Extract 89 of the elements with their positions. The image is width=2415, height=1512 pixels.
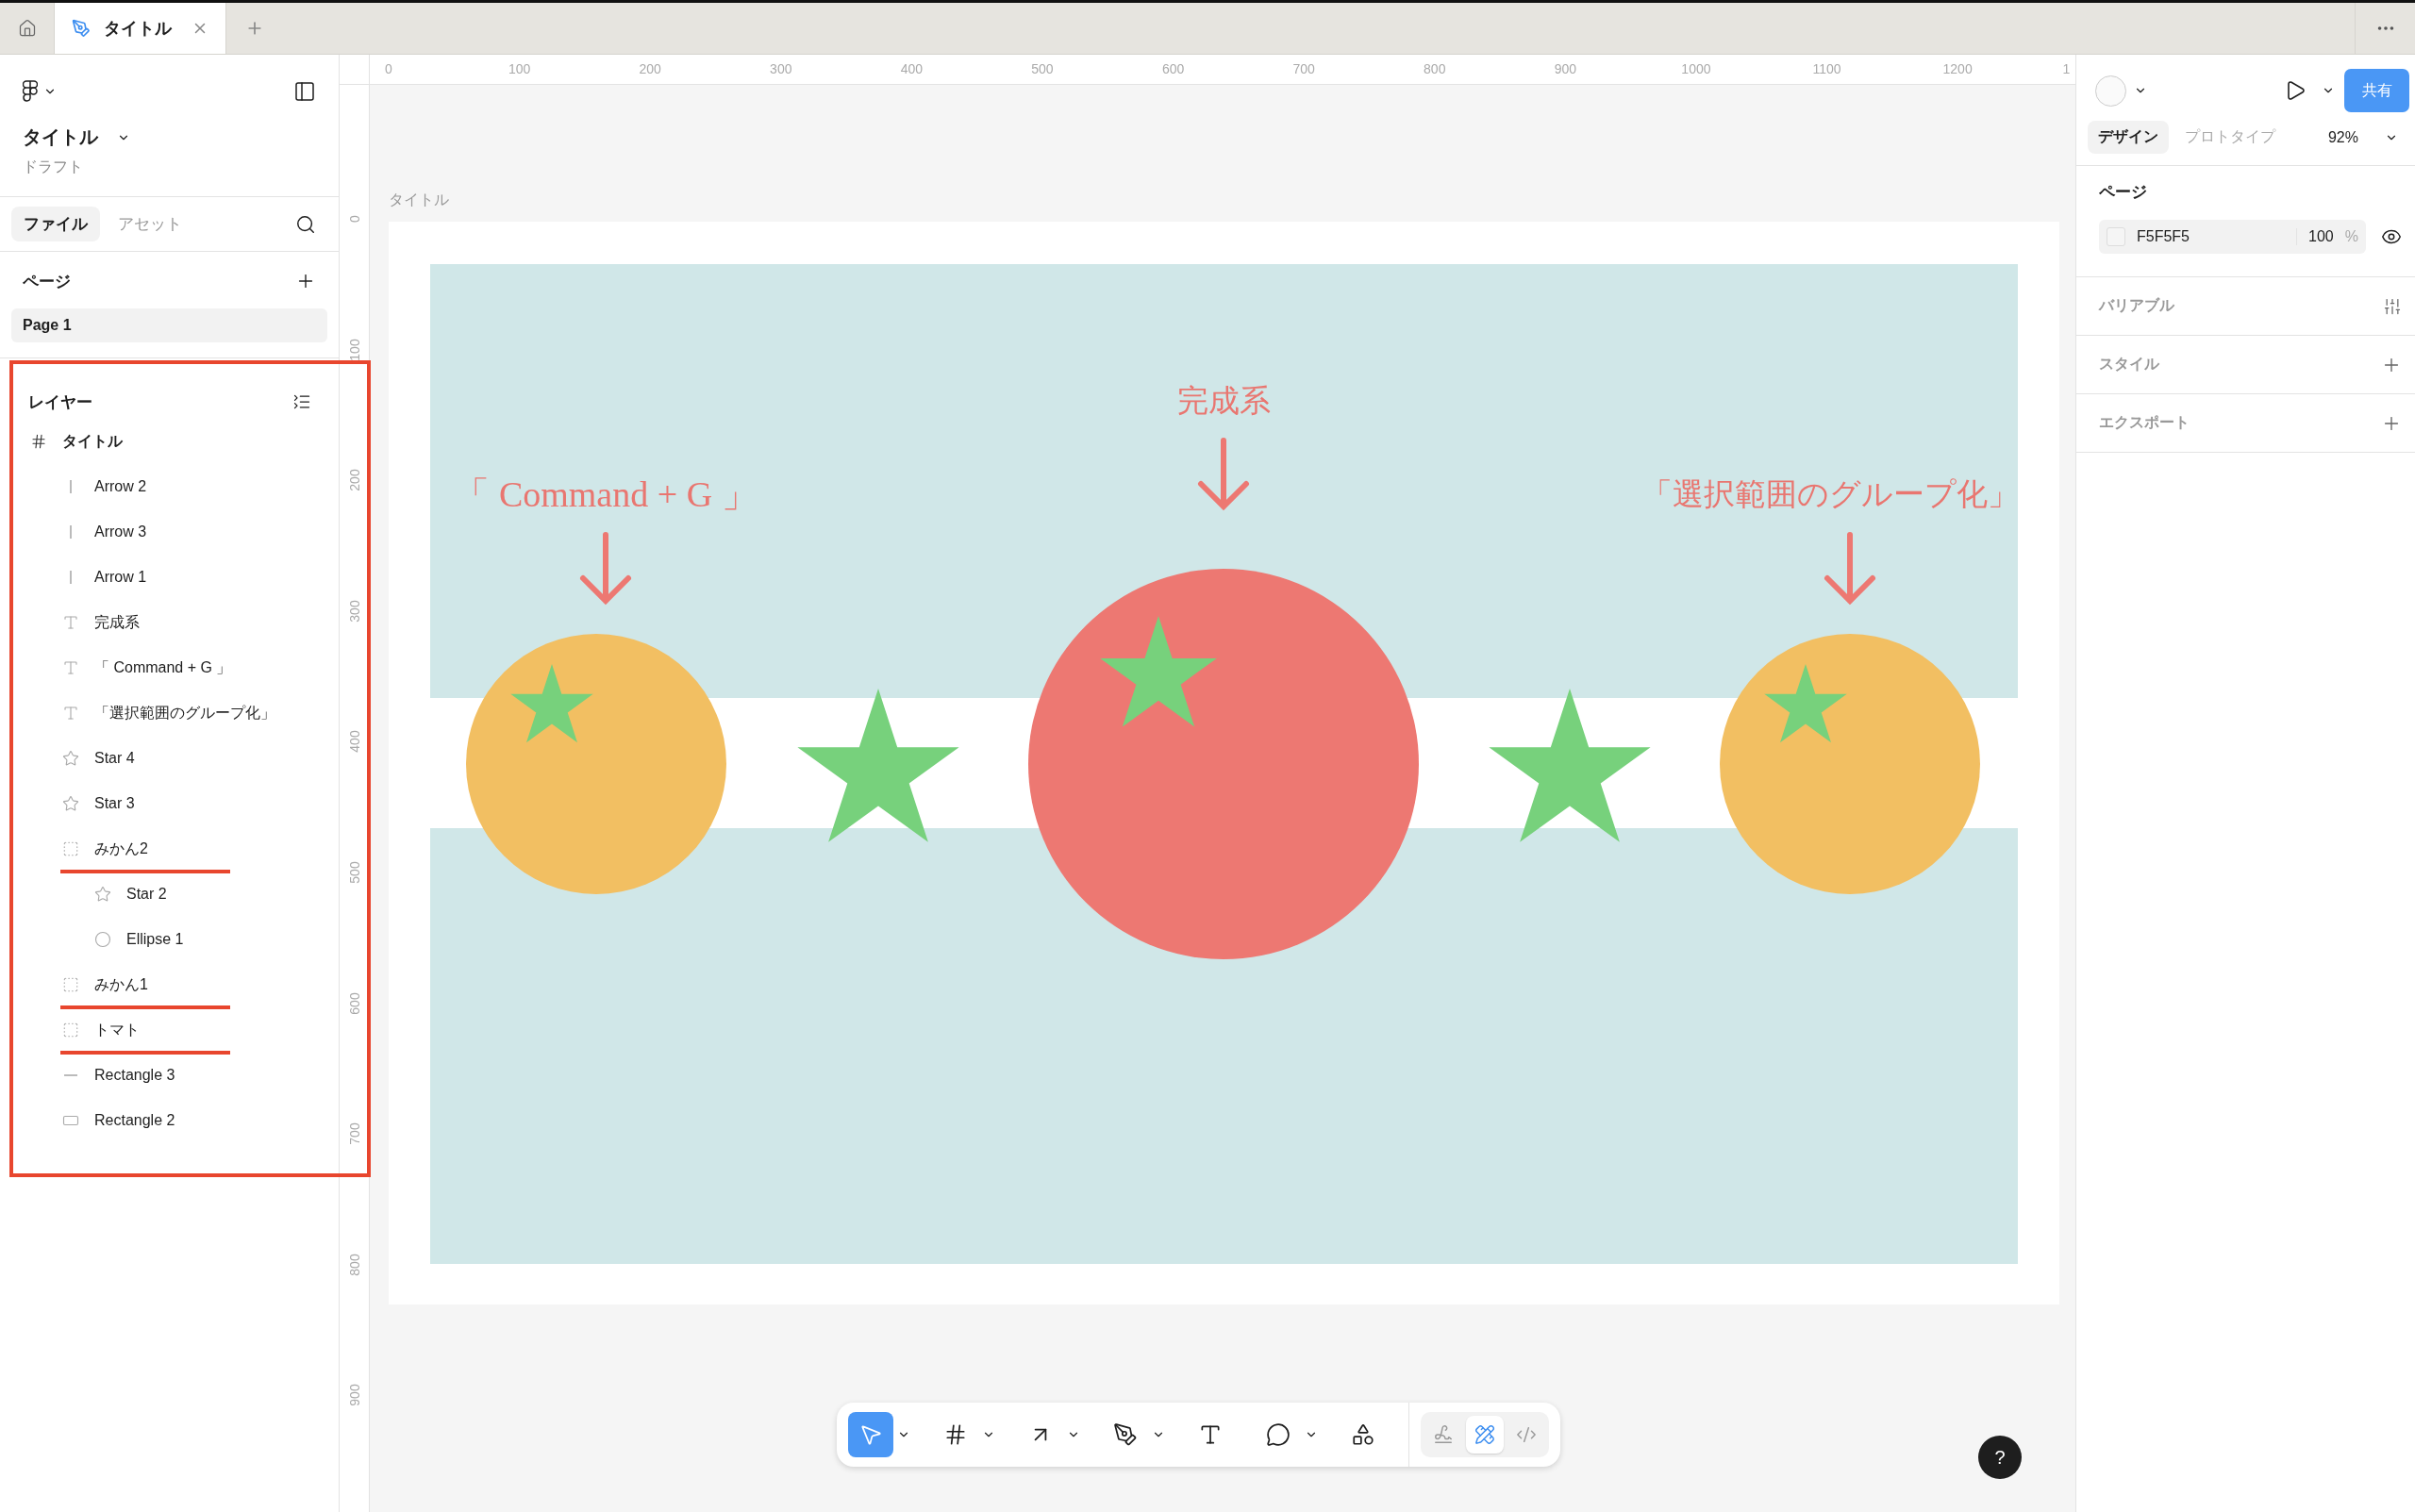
star-icon: [62, 750, 79, 767]
group-icon: [62, 1022, 79, 1038]
ruler-label: 200: [639, 61, 661, 76]
frame-icon: [30, 433, 47, 450]
layer-item[interactable]: トマト: [13, 1007, 340, 1053]
ruler-label: 900: [1554, 61, 1576, 76]
pointer-icon: [858, 1422, 883, 1447]
ruler-label: 400: [900, 61, 924, 76]
layer-item[interactable]: みかん2: [13, 826, 340, 872]
layer-item[interactable]: Rectangle 2: [13, 1098, 340, 1143]
pencil-ruler-icon: [1474, 1424, 1495, 1445]
layer-item[interactable]: Arrow 1: [13, 555, 340, 600]
layer-item[interactable]: 「 Command + G 」: [13, 645, 340, 690]
file-tab[interactable]: タイトル: [55, 3, 226, 54]
file-title: タイトル: [23, 125, 98, 149]
annotation-text: 「選択範囲のグループ化」: [1641, 474, 2019, 514]
ruler-label: 200: [346, 469, 362, 491]
panel-tab[interactable]: デザイン: [2088, 121, 2169, 154]
section-title: ページ: [2099, 183, 2147, 201]
ruler-label: 0: [346, 215, 362, 223]
section-title: バリアブル: [2099, 296, 2174, 315]
scribble-icon: [1433, 1424, 1454, 1445]
speech-bubble-icon: [1266, 1422, 1291, 1447]
annotation-text: 完成系: [1176, 380, 1271, 421]
sliders-icon[interactable]: [2383, 296, 2402, 316]
layer-item[interactable]: Rectangle 3: [13, 1053, 340, 1098]
ruler-label: 1000: [1681, 61, 1711, 76]
annotation-text: 「 Command + G 」: [454, 473, 758, 516]
code-icon: [1516, 1424, 1537, 1445]
layer-item[interactable]: Star 3: [13, 781, 340, 826]
ruler-label: 300: [770, 61, 792, 76]
layer-item[interactable]: みかん1: [13, 962, 340, 1007]
star-icon: [62, 795, 79, 812]
text-icon: [1198, 1422, 1223, 1447]
section-title: スタイル: [2099, 355, 2159, 374]
section-title: ページ: [23, 271, 71, 292]
ruler-label: 700: [346, 1122, 362, 1145]
layer-item[interactable]: 「選択範囲のグループ化」: [13, 690, 340, 736]
text-icon: [62, 614, 79, 631]
pen-icon: [1113, 1422, 1138, 1447]
layer-item[interactable]: 完成系: [13, 600, 340, 645]
collapse-list-icon[interactable]: [292, 392, 311, 411]
file-status: ドラフト: [23, 158, 84, 176]
ruler-label: 600: [1161, 61, 1185, 76]
color-swatch[interactable]: [2107, 227, 2125, 246]
ruler-label: 300: [346, 600, 362, 623]
group-icon: [62, 976, 79, 993]
section-title: レイヤー: [28, 391, 92, 413]
star-icon: [94, 886, 111, 903]
zoom-level[interactable]: 92%: [2327, 128, 2358, 146]
ellipse-icon: [94, 931, 111, 948]
search-icon[interactable]: [295, 213, 316, 235]
figma-logo-icon[interactable]: [23, 80, 38, 103]
sidebar-toggle-icon[interactable]: [293, 80, 316, 103]
ruler-label: 500: [346, 861, 362, 884]
layer-item[interactable]: Arrow 2: [13, 464, 340, 509]
ruler-label: 1100: [1812, 61, 1841, 76]
text-icon: [62, 659, 79, 676]
ruler-label: 700: [1292, 61, 1315, 76]
pen-icon: [72, 19, 91, 38]
ruler-label: 500: [1031, 61, 1054, 76]
ruler-label: 900: [346, 1384, 362, 1406]
color-field[interactable]: F5F5F5 100 %: [2099, 220, 2366, 254]
home-icon[interactable]: [17, 19, 37, 38]
ruler-label: 100: [508, 61, 531, 76]
line-icon: [64, 1074, 77, 1076]
layer-item[interactable]: Arrow 3: [13, 509, 340, 555]
layer-item[interactable]: Star 2: [13, 872, 340, 917]
page-item[interactable]: Page 1: [11, 308, 327, 342]
layer-item[interactable]: Star 4: [13, 736, 340, 781]
line-icon: [70, 525, 72, 539]
layer-item[interactable]: タイトル: [13, 419, 340, 464]
ruler-label: 800: [1424, 61, 1446, 76]
ruler-label: 1: [2062, 61, 2071, 76]
group-icon: [62, 840, 79, 857]
ruler-label: 600: [346, 991, 362, 1015]
text-icon: [62, 705, 79, 722]
line-icon: [70, 480, 72, 493]
ruler-label: 1200: [1942, 61, 1973, 76]
shapes-icon: [1351, 1422, 1375, 1447]
ruler-label: 0: [385, 61, 392, 76]
ruler-label: 400: [346, 730, 362, 754]
panel-tab[interactable]: ファイル: [11, 207, 100, 241]
section-title: エクスポート: [2099, 413, 2190, 432]
ruler-label: 800: [346, 1254, 362, 1276]
layer-item[interactable]: Ellipse 1: [13, 917, 340, 962]
line-icon: [70, 571, 72, 584]
mode-button[interactable]: [1466, 1416, 1504, 1454]
ruler-label: 100: [346, 338, 362, 361]
